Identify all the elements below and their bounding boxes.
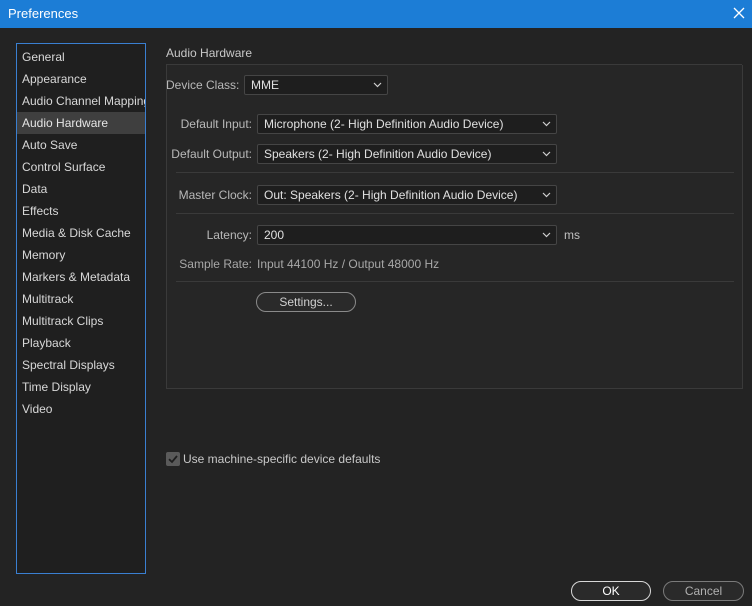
default-output-value: Speakers (2- High Definition Audio Devic… [264, 147, 492, 161]
sidebar-item-playback[interactable]: Playback [17, 332, 145, 354]
sample-rate-value: Input 44100 Hz / Output 48000 Hz [257, 257, 440, 271]
master-clock-value: Out: Speakers (2- High Definition Audio … [264, 188, 518, 202]
chevron-down-icon [373, 82, 382, 88]
close-icon[interactable] [728, 2, 750, 24]
window-title: Preferences [8, 6, 79, 21]
preferences-category-list[interactable]: General Appearance Audio Channel Mapping… [16, 43, 146, 574]
latency-unit: ms [564, 228, 580, 242]
divider [176, 172, 734, 173]
device-class-value: MME [251, 78, 279, 92]
sidebar-item-memory[interactable]: Memory [17, 244, 145, 266]
cancel-button[interactable]: Cancel [663, 581, 744, 601]
device-class-select[interactable]: MME [244, 75, 388, 95]
default-output-select[interactable]: Speakers (2- High Definition Audio Devic… [257, 144, 557, 164]
sidebar-item-multitrack[interactable]: Multitrack [17, 288, 145, 310]
latency-value: 200 [264, 228, 285, 242]
chevron-down-icon [542, 232, 551, 238]
ok-button[interactable]: OK [571, 581, 651, 601]
sidebar-item-auto-save[interactable]: Auto Save [17, 134, 145, 156]
checkmark-icon [168, 455, 178, 464]
sidebar-item-markers-metadata[interactable]: Markers & Metadata [17, 266, 145, 288]
settings-button[interactable]: Settings... [256, 292, 356, 312]
section-title: Audio Hardware [166, 46, 253, 60]
master-clock-select[interactable]: Out: Speakers (2- High Definition Audio … [257, 185, 557, 205]
divider [176, 213, 734, 214]
title-bar: Preferences [0, 0, 752, 28]
default-input-value: Microphone (2- High Definition Audio Dev… [264, 117, 504, 131]
chevron-down-icon [542, 121, 551, 127]
sidebar-item-effects[interactable]: Effects [17, 200, 145, 222]
machine-defaults-label: Use machine-specific device defaults [183, 452, 381, 466]
chevron-down-icon [542, 151, 551, 157]
master-clock-label: Master Clock: [178, 188, 252, 202]
latency-label: Latency: [206, 228, 252, 242]
sidebar-item-control-surface[interactable]: Control Surface [17, 156, 145, 178]
sidebar-item-data[interactable]: Data [17, 178, 145, 200]
sidebar-item-appearance[interactable]: Appearance [17, 68, 145, 90]
divider [176, 281, 734, 282]
default-input-select[interactable]: Microphone (2- High Definition Audio Dev… [257, 114, 557, 134]
sidebar-item-video[interactable]: Video [17, 398, 145, 420]
sidebar-item-multitrack-clips[interactable]: Multitrack Clips [17, 310, 145, 332]
sample-rate-label: Sample Rate: [179, 257, 252, 271]
sidebar-item-general[interactable]: General [17, 46, 145, 68]
sidebar-item-time-display[interactable]: Time Display [17, 376, 145, 398]
device-class-label: Device Class: [166, 78, 240, 92]
chevron-down-icon [542, 192, 551, 198]
default-input-label: Default Input: [180, 117, 252, 131]
sidebar-item-spectral-displays[interactable]: Spectral Displays [17, 354, 145, 376]
latency-select[interactable]: 200 [257, 225, 557, 245]
default-output-label: Default Output: [171, 147, 252, 161]
sidebar-item-media-disk-cache[interactable]: Media & Disk Cache [17, 222, 145, 244]
sidebar-item-audio-channel-mapping[interactable]: Audio Channel Mapping [17, 90, 145, 112]
sidebar-item-audio-hardware[interactable]: Audio Hardware [17, 112, 145, 134]
machine-defaults-checkbox[interactable] [166, 452, 180, 466]
